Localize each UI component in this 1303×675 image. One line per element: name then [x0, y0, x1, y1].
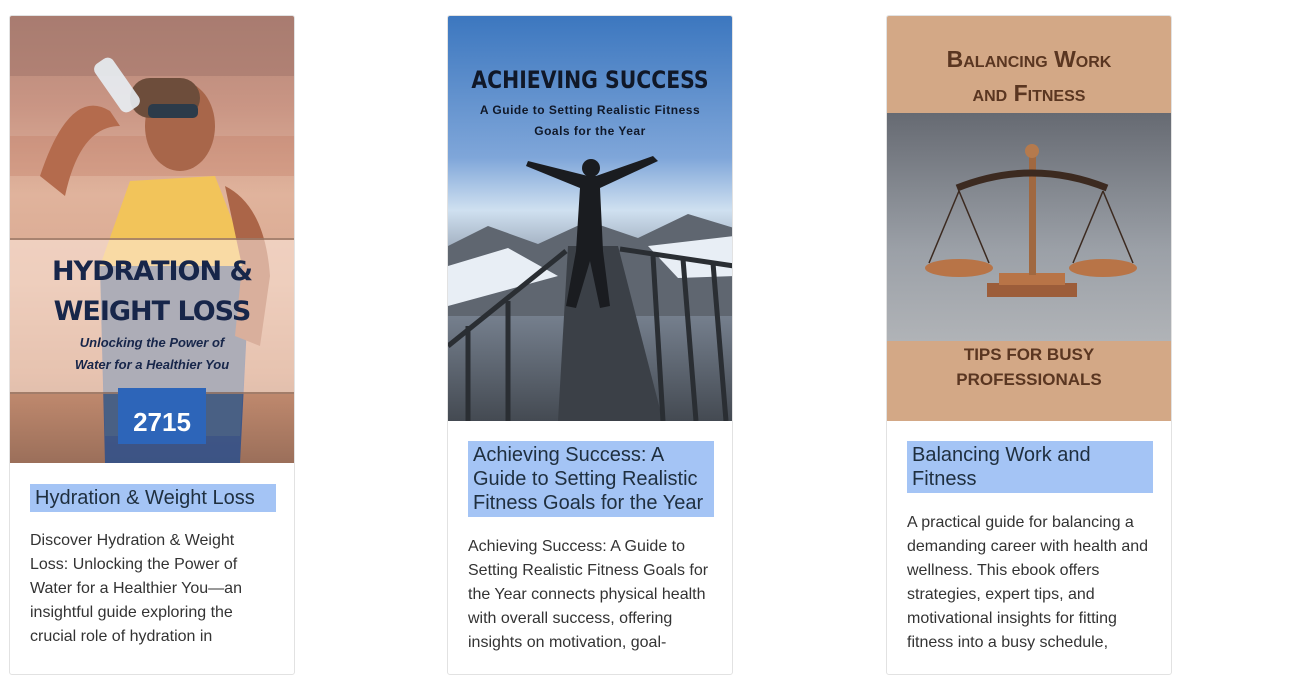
- book-title[interactable]: Balancing Work and Fitness: [907, 441, 1153, 493]
- cover-subtitle: A Guide to Setting Realistic Fitness Goa…: [479, 103, 701, 138]
- book-cover-image[interactable]: ACHIEVING SUCCESS A Guide to Setting Rea…: [448, 16, 732, 421]
- book-card[interactable]: ACHIEVING SUCCESS A Guide to Setting Rea…: [447, 15, 733, 675]
- cover-title: ACHIEVING SUCCESS: [471, 66, 709, 94]
- balance-scale-icon: [925, 144, 1137, 297]
- book-card[interactable]: HYDRATION & WEIGHT LOSS Unlocking the Po…: [9, 15, 295, 675]
- book-description: A practical guide for balancing a demand…: [907, 514, 1149, 651]
- cover-title: HYDRATION & WEIGHT LOSS: [51, 256, 253, 327]
- book-title[interactable]: Achieving Success: A Guide to Setting Re…: [468, 441, 714, 517]
- book-description: Discover Hydration & Weight Loss: Unlock…: [30, 532, 242, 645]
- book-title[interactable]: Hydration & Weight Loss: [30, 484, 276, 512]
- book-card[interactable]: Balancing Work and Fitness TIPS FOR BUSY…: [886, 15, 1172, 675]
- race-bib-number: 2715: [118, 388, 206, 444]
- cover-title: Balancing Work and Fitness: [946, 46, 1112, 106]
- cover-subtitle: Unlocking the Power of Water for a Healt…: [74, 335, 230, 372]
- book-cover-image[interactable]: HYDRATION & WEIGHT LOSS Unlocking the Po…: [10, 16, 294, 463]
- book-description: Achieving Success: A Guide to Setting Re…: [468, 538, 709, 651]
- book-cover-image[interactable]: Balancing Work and Fitness TIPS FOR BUSY…: [887, 16, 1171, 421]
- scale-photo: [887, 113, 1171, 341]
- cover-subtitle: TIPS FOR BUSY PROFESSIONALS: [956, 345, 1102, 389]
